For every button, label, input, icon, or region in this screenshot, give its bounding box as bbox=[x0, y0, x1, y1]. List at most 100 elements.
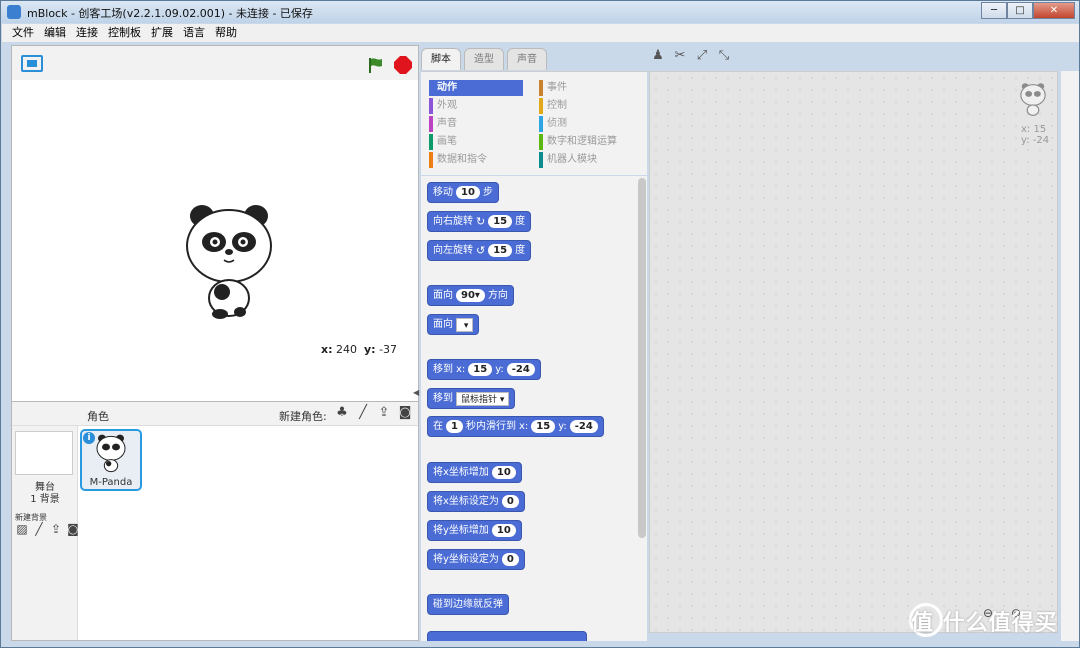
block-set-x[interactable]: 将x坐标设定为 0 bbox=[427, 491, 525, 512]
block-move[interactable]: 移动 10 步 bbox=[427, 182, 499, 203]
block-text: 度 bbox=[515, 216, 526, 227]
block-categories: 动作 外观 声音 画笔 数据和指令 事件 控制 侦测 数字和逻辑运算 机器人模块 bbox=[421, 71, 647, 175]
block-input[interactable]: 15 bbox=[488, 244, 513, 257]
category-sound[interactable]: 声音 bbox=[429, 116, 457, 132]
stop-icon[interactable] bbox=[394, 56, 412, 74]
backdrop-library-icon[interactable]: ▨ bbox=[15, 522, 29, 536]
block-dropdown[interactable]: 鼠标指针 ▾ bbox=[456, 391, 510, 406]
stage-canvas[interactable] bbox=[12, 80, 418, 385]
stage-thumbnail[interactable] bbox=[15, 431, 73, 475]
block-input[interactable]: 0 bbox=[501, 553, 519, 566]
category-looks[interactable]: 外观 bbox=[429, 98, 457, 114]
block-input[interactable]: 10 bbox=[491, 524, 516, 537]
block-bounce[interactable]: 碰到边缘就反弹 bbox=[427, 594, 509, 615]
stage-coords: x: 240 y: -37 bbox=[321, 343, 397, 356]
stage-column: 舞台 1 背景 新建背景 ▨ ╱ ⇪ ◙ bbox=[12, 426, 80, 640]
block-text: 步 bbox=[482, 187, 493, 198]
maximize-button[interactable]: □ bbox=[1007, 2, 1033, 19]
block-input[interactable]: 10 bbox=[491, 466, 516, 479]
upload-sprite-icon[interactable]: ⇪ bbox=[376, 405, 392, 421]
menu-edit[interactable]: 编辑 bbox=[44, 24, 66, 42]
sprite-library-icon[interactable]: ♣ bbox=[334, 405, 350, 421]
category-operators[interactable]: 数字和逻辑运算 bbox=[539, 134, 617, 150]
sprite-y: y: -24 bbox=[1021, 135, 1050, 146]
menu-extensions[interactable]: 扩展 bbox=[151, 24, 173, 42]
block-change-x[interactable]: 将x坐标增加 10 bbox=[427, 462, 522, 483]
category-control[interactable]: 控制 bbox=[539, 98, 567, 114]
duplicate-icon[interactable]: ♟ bbox=[651, 49, 665, 63]
block-input[interactable]: 15 bbox=[468, 363, 493, 376]
rotate-right-icon: ↻ bbox=[476, 215, 486, 228]
block-text: 向左旋转 bbox=[433, 245, 473, 256]
category-events[interactable]: 事件 bbox=[539, 80, 567, 96]
menu-board[interactable]: 控制板 bbox=[108, 24, 141, 42]
editor-tabs: 脚本 造型 声音 bbox=[421, 48, 547, 70]
block-point-direction[interactable]: 面向 90▾ 方向 bbox=[427, 285, 514, 306]
dropdown-value: 鼠标指针 bbox=[461, 394, 498, 405]
sprite-header: 角色 新建角色: ♣ ╱ ⇪ ◙ bbox=[12, 402, 418, 426]
block-text: 碰到边缘就反弹 bbox=[433, 599, 503, 610]
block-goto-target[interactable]: 移到 鼠标指针 ▾ bbox=[427, 388, 516, 409]
block-input[interactable]: 0 bbox=[501, 495, 519, 508]
script-area[interactable]: x: 15 y: -24 ⊖ ⊜ bbox=[649, 71, 1058, 633]
tab-scripts[interactable]: 脚本 bbox=[421, 48, 461, 70]
block-text: 向右旋转 bbox=[433, 216, 473, 227]
sprite-card[interactable]: i M-Panda bbox=[80, 429, 142, 491]
block-text: y: bbox=[495, 364, 504, 375]
minimize-button[interactable]: ─ bbox=[981, 2, 1007, 19]
menu-connect[interactable]: 连接 bbox=[76, 24, 98, 42]
fullscreen-icon[interactable] bbox=[21, 55, 43, 72]
tab-sounds[interactable]: 声音 bbox=[507, 48, 547, 70]
block-text: 将y坐标增加 bbox=[433, 525, 489, 536]
upload-backdrop-icon[interactable]: ⇪ bbox=[49, 522, 63, 536]
backdrop-camera-icon[interactable]: ◙ bbox=[66, 522, 80, 536]
category-motion[interactable]: 动作 bbox=[429, 80, 523, 96]
menu-help[interactable]: 帮助 bbox=[215, 24, 237, 42]
collapse-stage-icon[interactable]: ◀ bbox=[413, 388, 421, 400]
menu-bar: 文件 编辑 连接 控制板 扩展 语言 帮助 bbox=[2, 24, 1079, 42]
block-input[interactable]: -24 bbox=[569, 420, 598, 433]
menu-language[interactable]: 语言 bbox=[183, 24, 205, 42]
cut-icon[interactable]: ✂ bbox=[673, 49, 687, 63]
coord-x: 240 bbox=[336, 343, 357, 356]
coord-y-label: y: bbox=[364, 343, 376, 356]
category-data[interactable]: 数据和指令 bbox=[429, 152, 487, 168]
menu-file[interactable]: 文件 bbox=[12, 24, 34, 42]
block-goto-xy[interactable]: 移到 x: 15 y: -24 bbox=[427, 359, 541, 380]
block-input[interactable]: 15 bbox=[488, 215, 513, 228]
block-dropdown[interactable]: ▾ bbox=[456, 317, 474, 332]
category-pen[interactable]: 画笔 bbox=[429, 134, 457, 150]
block-text: 方向 bbox=[487, 290, 508, 301]
stage-toolbar bbox=[12, 46, 418, 80]
block-input[interactable]: 15 bbox=[531, 420, 556, 433]
palette-scrollbar[interactable] bbox=[638, 178, 646, 538]
block-point-towards[interactable]: 面向 ▾ bbox=[427, 314, 480, 335]
panda-sprite[interactable] bbox=[184, 204, 274, 322]
block-text: 移到 bbox=[433, 364, 453, 375]
category-sensing[interactable]: 侦测 bbox=[539, 116, 567, 132]
block-turn-right[interactable]: 向右旋转 ↻ 15 度 bbox=[427, 211, 532, 232]
paint-sprite-icon[interactable]: ╱ bbox=[355, 405, 371, 421]
block-input[interactable]: 90▾ bbox=[456, 289, 485, 302]
block-turn-left[interactable]: 向左旋转 ↺ 15 度 bbox=[427, 240, 532, 261]
category-robots[interactable]: 机器人模块 bbox=[539, 152, 597, 168]
block-change-y[interactable]: 将y坐标增加 10 bbox=[427, 520, 522, 541]
block-input[interactable]: 1 bbox=[446, 420, 463, 433]
block-rotation-style[interactable] bbox=[427, 631, 587, 641]
green-flag-icon[interactable] bbox=[367, 56, 385, 74]
paint-backdrop-icon[interactable]: ╱ bbox=[32, 522, 46, 536]
block-text: y: bbox=[558, 421, 567, 432]
block-input[interactable]: -24 bbox=[506, 363, 535, 376]
close-button[interactable]: ✕ bbox=[1033, 2, 1075, 19]
watermark-text: 值 什么值得买 bbox=[911, 611, 1058, 636]
info-icon[interactable]: i bbox=[83, 432, 95, 444]
shrink-icon[interactable]: ⤡ bbox=[717, 49, 731, 63]
block-input[interactable]: 10 bbox=[456, 186, 480, 199]
window-title: mBlock - 创客工场(v2.2.1.09.02.001) - 未连接 - … bbox=[27, 7, 313, 20]
panda-thumbnail bbox=[96, 434, 126, 473]
block-set-y[interactable]: 将y坐标设定为 0 bbox=[427, 549, 525, 570]
tab-costumes[interactable]: 造型 bbox=[464, 48, 504, 70]
block-glide[interactable]: 在 1 秒内滑行到 x: 15 y: -24 bbox=[427, 416, 604, 437]
grow-icon[interactable]: ⤢ bbox=[695, 49, 709, 63]
camera-icon[interactable]: ◙ bbox=[397, 405, 413, 421]
